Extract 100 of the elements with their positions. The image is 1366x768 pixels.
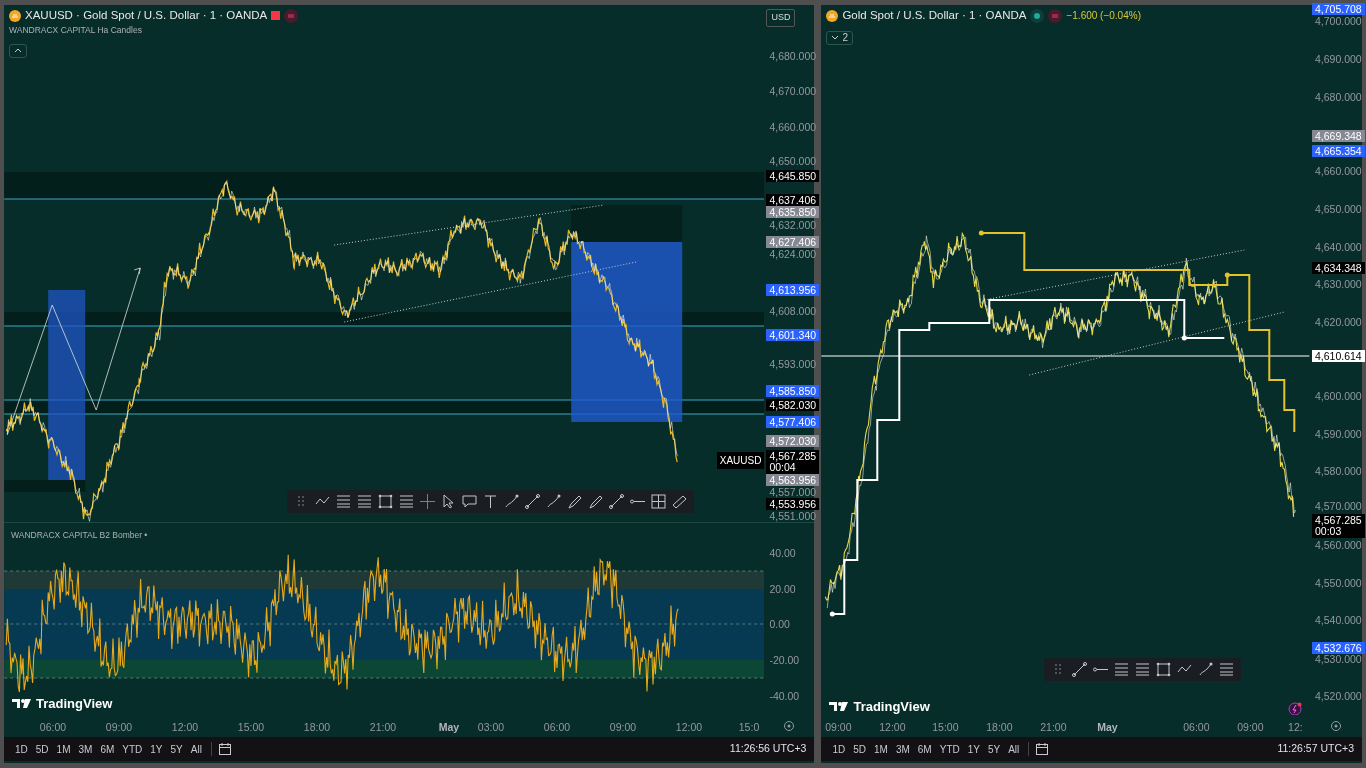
month-label: May: [1097, 720, 1118, 735]
time-label: 21:00: [1040, 720, 1067, 735]
calendar-icon[interactable]: [217, 742, 232, 756]
range-button[interactable]: 3M: [75, 740, 96, 758]
price-label: 4,577.406: [766, 416, 820, 428]
calendar-icon[interactable]: [1035, 742, 1050, 756]
zigzag-line[interactable]: [6, 267, 141, 436]
price-tick-label: 4,650.000: [768, 155, 818, 167]
time-label: 09:00: [609, 720, 637, 735]
ruler-icon[interactable]: [670, 493, 689, 510]
tradingview-logo-icon: [829, 701, 850, 713]
price-tick-label: 4,660.000: [768, 121, 818, 133]
time-label: 21:00: [369, 720, 397, 735]
price-label: 4,563.956: [766, 474, 820, 486]
oscillator-tick-label: 20.00: [768, 583, 797, 595]
position-box[interactable]: [48, 290, 86, 480]
status-dot-icon: [1030, 8, 1045, 23]
range-button[interactable]: 1D: [12, 740, 31, 758]
flag-icon[interactable]: [271, 10, 281, 22]
time-label: 15:0: [738, 720, 760, 735]
range-button[interactable]: YTD: [119, 740, 146, 758]
lightning-icon[interactable]: [1288, 702, 1303, 715]
price-tick-label: 4,670.000: [768, 85, 818, 97]
tradingview-logo-icon: [12, 698, 32, 710]
range-button[interactable]: 3M: [892, 740, 913, 758]
price-tick-label: 4,660.000: [1314, 165, 1363, 177]
price-label: 4,582.030: [766, 399, 820, 411]
range-button[interactable]: All: [187, 740, 205, 758]
stacked-lines-icon[interactable]: [334, 493, 353, 510]
price-label: 4,610.614: [1312, 350, 1365, 362]
price-tick-label: 4,632.000: [768, 219, 818, 231]
price-tick-label: 4,593.000: [768, 358, 818, 370]
stacked-lines-icon[interactable]: [397, 493, 416, 510]
price-tick-label: 4,700.000: [1314, 15, 1363, 27]
price-tick-label: 4,624.000: [768, 248, 818, 260]
price-tick-label: 4,550.000: [1314, 577, 1363, 589]
chevron-up-icon: [14, 47, 22, 54]
pen-icon[interactable]: [586, 493, 605, 510]
price-tick-label: 4,620.000: [1314, 316, 1363, 328]
channel-line[interactable]: [984, 249, 1246, 301]
collapse-button[interactable]: 2: [826, 30, 853, 45]
price-tick-label: 4,608.000: [768, 305, 818, 317]
trend-line-icon[interactable]: [1070, 661, 1090, 678]
trend-line-icon[interactable]: [607, 493, 626, 510]
time-label: 18:00: [986, 720, 1013, 735]
price-label: 4,601.340: [766, 329, 820, 341]
range-button[interactable]: 1M: [871, 740, 891, 758]
range-button[interactable]: 1D: [829, 740, 849, 758]
price-tick-label: 4,557.000: [768, 486, 818, 498]
price-label: 4,572.030: [766, 435, 820, 447]
pen-icon[interactable]: [565, 493, 584, 510]
range-button[interactable]: 1Y: [147, 740, 166, 758]
settings-icon[interactable]: [783, 720, 796, 732]
coin-icon: [9, 9, 21, 22]
trend-line-icon[interactable]: [523, 493, 542, 510]
range-button[interactable]: YTD: [936, 740, 963, 758]
comment-icon[interactable]: [460, 493, 479, 510]
price-tick-label: 4,690.000: [1314, 53, 1363, 65]
countdown-timer: 00:04: [769, 461, 796, 473]
range-button[interactable]: 6M: [97, 740, 118, 758]
price-label: 4,634.348: [1312, 262, 1365, 274]
price-label: 4,627.406: [766, 236, 820, 248]
range-button[interactable]: 6M: [914, 740, 935, 758]
time-label: 09:00: [1237, 720, 1264, 735]
settings-icon[interactable]: [1330, 720, 1342, 732]
channel-line[interactable]: [333, 204, 605, 246]
time-label: 06:00: [543, 720, 571, 735]
logo-text: TradingView: [853, 698, 930, 715]
price-tick-label: 4,551.000: [768, 510, 818, 522]
range-button[interactable]: 1Y: [964, 740, 983, 758]
price-label: 4,585.850: [766, 385, 820, 397]
logo-text: TradingView: [36, 695, 113, 713]
price-label: 4,613.956: [766, 284, 820, 296]
time-label: 06:00: [39, 720, 67, 735]
collapse-button[interactable]: [9, 43, 27, 58]
rectangle-icon[interactable]: [376, 493, 395, 510]
price-label: 4,553.956: [766, 498, 820, 510]
channel-line[interactable]: [343, 261, 637, 323]
time-label: 12:: [1288, 720, 1303, 735]
countdown-timer: 00:03: [1315, 525, 1342, 537]
price-tick-label: 4,600.000: [1314, 390, 1363, 402]
time-label: 12:00: [879, 720, 906, 735]
currency-dropdown[interactable]: USD: [766, 9, 796, 27]
stacked-lines-icon[interactable]: [355, 493, 374, 510]
range-button[interactable]: 5Y: [167, 740, 186, 758]
range-button[interactable]: 1M: [53, 740, 74, 758]
range-button[interactable]: 5D: [32, 740, 52, 758]
range-button[interactable]: 5D: [850, 740, 869, 758]
grid-icon[interactable]: [649, 493, 668, 510]
range-button[interactable]: 5Y: [984, 740, 1004, 758]
status-badge-icon: [284, 8, 299, 23]
channel-line[interactable]: [1029, 311, 1286, 376]
crosshair-icon[interactable]: [418, 493, 437, 510]
range-button[interactable]: All: [1005, 740, 1023, 758]
time-label: 12:00: [675, 720, 703, 735]
clock-text: 11:26:57 UTC+3: [1277, 741, 1354, 757]
time-label: 15:00: [932, 720, 959, 735]
price-tick-label: 4,540.000: [1314, 614, 1363, 626]
price-tick-label: 4,680.000: [1314, 91, 1363, 103]
time-label: 03:00: [477, 720, 505, 735]
